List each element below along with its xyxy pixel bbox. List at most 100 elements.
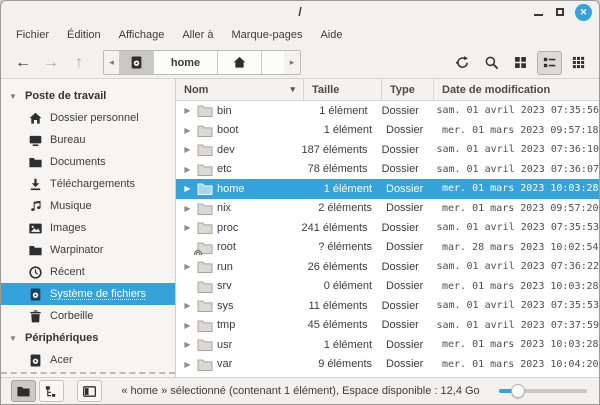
file-size: ? éléments — [304, 241, 382, 253]
sidebar-item-images[interactable]: Images — [1, 217, 175, 239]
file-size: 0 élément — [304, 280, 382, 292]
sidebar-item-warpinator[interactable]: Warpinator — [1, 239, 175, 261]
expander-icon[interactable]: ▶ — [182, 184, 193, 193]
icon-view-button[interactable] — [508, 51, 533, 75]
sidebar-item-bureau[interactable]: Bureau — [1, 129, 175, 151]
search-button[interactable] — [479, 51, 504, 75]
show-treeview-button[interactable] — [39, 380, 64, 402]
expander-icon[interactable]: ▶ — [182, 106, 193, 115]
maximize-icon[interactable] — [553, 5, 567, 19]
file-type: Dossier — [378, 163, 429, 175]
table-row-usr[interactable]: ▶ usr 1 élément Dossier mer. 01 mars 202… — [176, 335, 599, 355]
back-button[interactable]: ← — [9, 50, 37, 76]
file-date: mer. 01 mars 2023 09:57:20 — [434, 203, 599, 214]
file-date: sam. 01 avril 2023 07:36:22 — [428, 261, 599, 272]
pathbar-crumb-home-crumb[interactable]: home — [154, 51, 218, 74]
close-icon[interactable] — [575, 4, 592, 21]
file-type: Dossier — [378, 144, 429, 156]
list-view-button[interactable] — [537, 51, 562, 75]
file-name: proc — [217, 222, 238, 234]
table-row-nix[interactable]: ▶ nix 2 éléments Dossier mer. 01 mars 20… — [176, 199, 599, 219]
sidebar-item-musique[interactable]: Musique — [1, 195, 175, 217]
file-date: mer. 01 mars 2023 09:57:18 — [434, 125, 599, 136]
sidebar-item-systeme-de-fichiers[interactable]: Système de fichiers — [1, 283, 175, 305]
table-row-bin[interactable]: ▶ bin 1 élément Dossier sam. 01 avril 20… — [176, 101, 599, 121]
collapse-triangle-icon: ▼ — [9, 92, 19, 101]
file-type: Dossier — [382, 183, 434, 195]
status-text: « home » sélectionné (contenant 1 élémen… — [107, 385, 494, 397]
table-row-home[interactable]: ▶ home 1 élément Dossier mer. 01 mars 20… — [176, 179, 599, 199]
image-icon — [27, 220, 43, 236]
sidebar-item-corbeille[interactable]: Corbeille — [1, 305, 175, 327]
folder-icon — [197, 259, 213, 274]
column-header-size[interactable]: Taille — [304, 79, 382, 100]
show-places-button[interactable] — [11, 380, 36, 402]
sort-indicator-icon: ▾ — [290, 84, 295, 95]
compact-view-icon — [571, 55, 587, 71]
expander-icon[interactable]: ▶ — [182, 301, 193, 310]
expander-icon[interactable]: ▶ — [182, 145, 193, 154]
forward-button[interactable]: → — [37, 50, 65, 76]
expander-icon[interactable]: ▶ — [182, 360, 193, 369]
table-row-etc[interactable]: ▶ etc 78 éléments Dossier sam. 01 avril … — [176, 160, 599, 180]
menu-affichage[interactable]: Affichage — [110, 26, 174, 44]
column-header-name[interactable]: Nom ▾ — [176, 79, 304, 100]
expander-icon[interactable]: ▶ — [182, 321, 193, 330]
table-row-sys[interactable]: ▶ sys 11 éléments Dossier sam. 01 avril … — [176, 296, 599, 316]
table-row-proc[interactable]: ▶ proc 241 éléments Dossier sam. 01 avri… — [176, 218, 599, 238]
table-row-tmp[interactable]: ▶ tmp 45 éléments Dossier sam. 01 avril … — [176, 316, 599, 336]
sidebar-item-telechargements[interactable]: Téléchargements — [1, 173, 175, 195]
table-row-root[interactable]: root ? éléments Dossier mar. 28 mars 202… — [176, 238, 599, 258]
column-header-type[interactable]: Type — [382, 79, 434, 100]
menu-edition[interactable]: Édition — [58, 26, 110, 44]
file-size: 45 éléments — [301, 319, 377, 331]
reload-button[interactable] — [450, 51, 475, 75]
list-header: Nom ▾ Taille Type Date de modification — [176, 79, 599, 101]
pathbar-crumb-root[interactable] — [120, 51, 154, 74]
folder-icon — [197, 357, 213, 372]
table-row-var[interactable]: ▶ var 9 éléments Dossier mer. 01 mars 20… — [176, 355, 599, 375]
up-button[interactable]: ↑ — [65, 50, 93, 76]
pathbar-scroll-right[interactable]: ▸ — [284, 51, 300, 74]
back-arrow-icon: ← — [15, 54, 31, 72]
expander-icon[interactable]: ▶ — [182, 126, 193, 135]
clock-icon — [27, 264, 43, 280]
file-name: home — [217, 183, 245, 195]
pathbar-scroll-left[interactable]: ◂ — [104, 51, 120, 74]
slider-handle[interactable] — [511, 384, 525, 398]
folder-icon — [197, 142, 213, 157]
menu-marque-pages[interactable]: Marque-pages — [223, 26, 312, 44]
table-row-srv[interactable]: srv 0 élément Dossier mer. 01 mars 2023 … — [176, 277, 599, 297]
menu-aide[interactable]: Aide — [311, 26, 351, 44]
disk-icon — [27, 352, 43, 368]
table-row-boot[interactable]: ▶ boot 1 élément Dossier mer. 01 mars 20… — [176, 121, 599, 141]
expander-icon[interactable]: ▶ — [182, 340, 193, 349]
file-type: Dossier — [378, 222, 429, 234]
folder-icon — [197, 123, 213, 138]
sidebar-item-acer[interactable]: Acer — [1, 349, 175, 371]
menu-fichier[interactable]: Fichier — [7, 26, 58, 44]
column-header-date[interactable]: Date de modification — [434, 79, 599, 100]
expander-icon[interactable]: ▶ — [182, 223, 193, 232]
file-size: 1 élément — [301, 105, 377, 117]
table-row-dev[interactable]: ▶ dev 187 éléments Dossier sam. 01 avril… — [176, 140, 599, 160]
zoom-slider[interactable] — [499, 383, 587, 399]
toggle-sidebar-button[interactable] — [77, 380, 102, 402]
no-access-emblem — [194, 249, 202, 255]
sidebar-section-computer[interactable]: ▼ Poste de travail — [1, 85, 175, 107]
file-type: Dossier — [382, 202, 434, 214]
expander-icon[interactable]: ▶ — [182, 165, 193, 174]
pathbar-crumb-user-home-crumb[interactable] — [218, 51, 262, 74]
expander-icon[interactable]: ▶ — [182, 262, 193, 271]
menu-aller-a[interactable]: Aller à — [173, 26, 222, 44]
file-list-pane: Nom ▾ Taille Type Date de modification ▶… — [176, 79, 599, 377]
sidebar-item-dossier-personnel[interactable]: Dossier personnel — [1, 107, 175, 129]
file-size: 11 éléments — [301, 300, 377, 312]
table-row-run[interactable]: ▶ run 26 éléments Dossier sam. 01 avril … — [176, 257, 599, 277]
minimize-icon[interactable] — [531, 5, 545, 19]
sidebar-section-devices[interactable]: ▼ Périphériques — [1, 327, 175, 349]
expander-icon[interactable]: ▶ — [182, 204, 193, 213]
sidebar-item-recent[interactable]: Récent — [1, 261, 175, 283]
sidebar-item-documents[interactable]: Documents — [1, 151, 175, 173]
compact-view-button[interactable] — [566, 51, 591, 75]
